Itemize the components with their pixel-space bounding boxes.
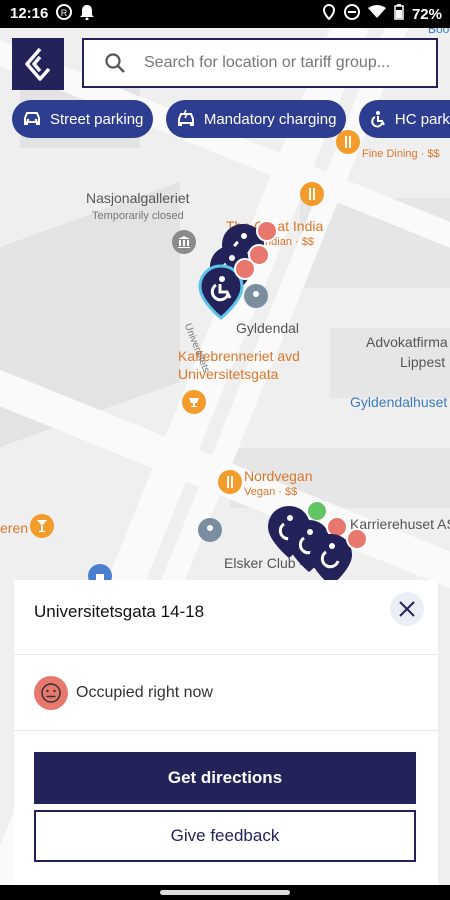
- svg-text:R: R: [61, 8, 68, 18]
- map-label-vegan-price: Vegan · $$: [244, 486, 298, 498]
- battery-percent: 72%: [411, 5, 442, 23]
- close-button[interactable]: [390, 592, 424, 626]
- museum-icon[interactable]: [172, 230, 196, 254]
- map-label-lippest: Lippest: [400, 354, 446, 370]
- wheelchair-icon: [371, 111, 385, 128]
- cafe-icon[interactable]: [182, 390, 206, 414]
- restaurant-icon[interactable]: [218, 470, 242, 494]
- map-label-eren: eren: [0, 520, 29, 536]
- chip-label: Mandatory charging: [203, 110, 337, 128]
- chip-hc-parking[interactable]: HC parkin: [358, 100, 450, 138]
- dnd-icon: [343, 4, 360, 24]
- status-time: 12:16: [10, 5, 49, 22]
- home-gesture-handle[interactable]: [160, 890, 290, 895]
- system-navigation-bar: [0, 885, 450, 900]
- occupied-badge: [234, 258, 256, 280]
- map-label-fine-dining: Fine Dining · $$: [362, 148, 440, 160]
- availability-status: Occupied right now: [76, 684, 213, 701]
- sheet-header: Universitetsgata 14-18: [14, 580, 438, 655]
- bar-icon[interactable]: [30, 514, 54, 538]
- chip-label: Street parking: [50, 110, 144, 128]
- notification-bell-icon: [80, 4, 94, 24]
- wifi-icon: [367, 5, 386, 23]
- status-bar: 12:16 R 72%: [0, 0, 450, 28]
- map-label-kaffebrenneriet-2: Universitetsgata: [178, 366, 279, 382]
- close-icon: [399, 601, 415, 617]
- search-input[interactable]: [142, 53, 426, 73]
- occupied-badge: [256, 220, 278, 242]
- parking-details-sheet: Universitetsgata 14-18 Occupied right no…: [14, 580, 438, 885]
- map-label-temporarily-closed: Temporarily closed: [92, 210, 184, 222]
- occupied-badge: [346, 528, 368, 550]
- search-bar[interactable]: [82, 38, 438, 88]
- availability-row: Occupied right now: [14, 654, 438, 731]
- chip-mandatory-charging[interactable]: Mandatory charging: [165, 100, 347, 138]
- place-title: Universitetsgata 14-18: [34, 602, 205, 621]
- hc-parking-marker-selected[interactable]: [198, 258, 256, 320]
- car-icon: [24, 112, 40, 125]
- map-label-gyldendalhuset: Gyldendalhuset: [350, 394, 448, 410]
- map-label-advokatfirma: Advokatfirma: [366, 334, 448, 350]
- filter-chips: Street parking Mandatory charging HC par…: [12, 100, 450, 140]
- restaurant-icon[interactable]: [300, 182, 324, 206]
- app-logo[interactable]: [12, 38, 64, 90]
- place-pin-icon[interactable]: [198, 518, 222, 542]
- give-feedback-button[interactable]: Give feedback: [34, 810, 416, 862]
- map-label-nordvegan: Nordvegan: [244, 468, 313, 484]
- map-label-karrierehuset: Karrierehuset AS: [350, 516, 450, 532]
- map-label-nasjonalgalleriet: Nasjonalgalleriet: [86, 190, 190, 206]
- map-label-gyldendal: Gyldendal: [236, 320, 300, 336]
- location-icon: [322, 3, 336, 24]
- charging-car-icon: [177, 110, 194, 126]
- occupied-status-icon: [34, 676, 68, 710]
- sync-icon: R: [56, 4, 72, 24]
- chip-label: HC parkin: [394, 110, 450, 128]
- search-icon: [104, 52, 126, 74]
- chip-street-parking[interactable]: Street parking: [12, 100, 154, 138]
- top-bar: [0, 28, 450, 98]
- battery-icon: [394, 4, 404, 24]
- get-directions-button[interactable]: Get directions: [34, 752, 416, 804]
